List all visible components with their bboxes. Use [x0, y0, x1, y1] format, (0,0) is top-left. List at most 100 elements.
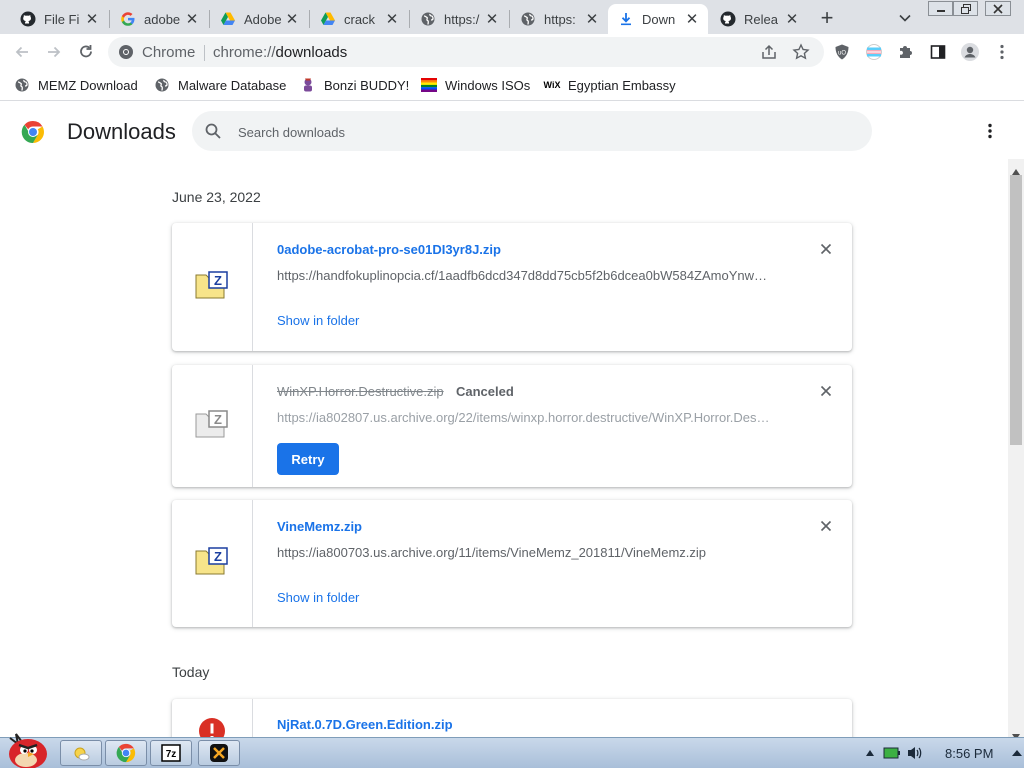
tab-adobe-drive[interactable]: Adobe ✕: [210, 4, 308, 34]
file-name-link[interactable]: VineMemz.zip: [277, 519, 362, 534]
bookmark-memz-download[interactable]: MEMZ Download: [14, 76, 138, 94]
svg-text:uO: uO: [838, 51, 846, 57]
new-tab-button[interactable]: +: [815, 5, 839, 30]
extensions-puzzle-icon[interactable]: [896, 42, 916, 62]
tab-strip: File Fi ✕ adobe ✕ Adobe ✕ crack ✕ https:…: [0, 0, 1024, 34]
source-url-link[interactable]: https://ia800703.us.archive.org/11/items…: [277, 545, 777, 560]
github-icon: [720, 11, 736, 27]
tab-downloads[interactable]: Down ✕: [608, 4, 708, 34]
file-name-link[interactable]: NjRat.0.7D.Green.Edition.zip: [277, 717, 453, 732]
taskbar-chrome[interactable]: [105, 740, 147, 766]
bookmark-egyptian-embassy[interactable]: WiX Egyptian Embassy: [544, 76, 676, 94]
tray-volume-icon[interactable]: [905, 744, 925, 762]
show-in-folder-link[interactable]: Show in folder: [277, 313, 359, 328]
downloads-list: June 23, 2022 Z 0adobe-acrobat-pro-se01D…: [0, 159, 1008, 737]
tab-releases[interactable]: Relea ✕: [710, 4, 808, 34]
taskbar-weather-app[interactable]: [60, 740, 102, 766]
download-item: Z VineMemz.zip https://ia800703.us.archi…: [172, 500, 852, 627]
bookmark-malware-database[interactable]: Malware Database: [154, 76, 286, 94]
search-downloads-box[interactable]: [192, 111, 872, 151]
github-icon: [20, 11, 36, 27]
tab-crack-drive[interactable]: crack ✕: [310, 4, 408, 34]
close-icon[interactable]: ✕: [784, 11, 800, 28]
tab-label: adobe: [144, 11, 181, 27]
more-actions-menu-icon[interactable]: [980, 121, 1000, 141]
scrollbar-thumb[interactable]: [1010, 175, 1022, 445]
zip-file-icon: Z: [195, 271, 229, 301]
retry-button[interactable]: Retry: [277, 443, 339, 475]
angry-bird-start-icon[interactable]: [4, 730, 50, 773]
reload-button[interactable]: [73, 40, 99, 64]
close-icon[interactable]: ✕: [384, 11, 400, 28]
tab-label: Relea: [744, 11, 778, 27]
source-url-link[interactable]: https://handfokuplinopcia.cf/1aadfb6dcd3…: [277, 268, 777, 283]
tab-adobe-search[interactable]: adobe ✕: [110, 4, 208, 34]
taskbar-clock[interactable]: 8:56 PM: [945, 746, 993, 761]
close-icon[interactable]: ✕: [684, 11, 700, 28]
remove-item-close-icon[interactable]: [816, 239, 836, 259]
tab-label: Adobe: [244, 11, 282, 27]
remove-item-close-icon[interactable]: [816, 516, 836, 536]
flag-extension-icon[interactable]: [864, 42, 884, 62]
minimize-button[interactable]: [928, 1, 953, 16]
show-in-folder-link[interactable]: Show in folder: [277, 590, 359, 605]
remove-item-close-icon[interactable]: [816, 381, 836, 401]
chrome-logo-icon: [118, 44, 134, 65]
download-item: NjRat.0.7D.Green.Edition.zip: [172, 699, 852, 737]
tab-file-fi[interactable]: File Fi ✕: [10, 4, 108, 34]
bookmark-label: MEMZ Download: [38, 77, 138, 93]
globe-icon: [420, 11, 436, 27]
svg-text:Z: Z: [214, 412, 222, 427]
tab-label: https:/: [444, 11, 480, 27]
close-icon[interactable]: ✕: [184, 11, 200, 28]
side-panel-icon[interactable]: [928, 42, 948, 62]
tray-battery-icon[interactable]: [882, 744, 902, 762]
status-canceled-label: Canceled: [456, 384, 514, 399]
forward-button[interactable]: [41, 40, 67, 64]
profile-avatar-icon[interactable]: [960, 42, 980, 62]
close-icon[interactable]: ✕: [484, 11, 500, 28]
page-title: Downloads: [67, 119, 176, 144]
globe-icon: [520, 11, 536, 27]
share-icon[interactable]: [760, 43, 778, 66]
close-icon[interactable]: ✕: [284, 11, 300, 28]
source-url-link[interactable]: https://ia802807.us.archive.org/22/items…: [277, 410, 777, 425]
tab-https-2[interactable]: https: ✕: [510, 4, 608, 34]
show-desktop-button[interactable]: [1010, 744, 1024, 762]
tab-label: Down: [642, 11, 676, 27]
page-scrollbar[interactable]: [1008, 159, 1024, 740]
tab-label: https:: [544, 11, 576, 27]
tray-arrow-icon[interactable]: [862, 744, 878, 762]
bookmark-label: Bonzi BUDDY!: [324, 77, 410, 93]
close-icon[interactable]: ✕: [584, 11, 600, 28]
rainbow-flag-icon: [421, 77, 437, 93]
back-button[interactable]: [9, 40, 35, 64]
tab-https-1[interactable]: https:/ ✕: [410, 4, 508, 34]
bookmark-bonzi-buddy[interactable]: Bonzi BUDDY!: [300, 76, 409, 94]
close-icon[interactable]: ✕: [84, 11, 100, 28]
bookmarks-bar: MEMZ Download Malware Database Bonzi BUD…: [0, 70, 1024, 101]
bookmark-windows-isos[interactable]: Windows ISOs: [421, 76, 530, 94]
search-input[interactable]: [236, 121, 840, 143]
window-close-button[interactable]: [985, 1, 1011, 16]
svg-text:7z: 7z: [166, 749, 177, 760]
date-header: Today: [172, 664, 210, 680]
address-bar[interactable]: Chrome chrome://downloads: [108, 37, 824, 67]
omnibox-url: chrome://downloads: [213, 44, 348, 61]
svg-text:Z: Z: [214, 549, 222, 564]
chrome-menu-icon[interactable]: [992, 42, 1012, 62]
omnibox-site-label: Chrome: [142, 44, 196, 61]
ublock-shield-icon[interactable]: uO: [832, 42, 852, 62]
bookmark-label: Windows ISOs: [445, 77, 531, 93]
google-drive-icon: [220, 11, 236, 27]
google-icon: [120, 11, 136, 27]
globe-icon: [154, 77, 170, 93]
bookmark-star-icon[interactable]: [792, 43, 810, 66]
download-item: Z WinXP.Horror.Destructive.zip Canceled …: [172, 365, 852, 487]
taskbar-x-app[interactable]: [198, 740, 240, 766]
taskbar: 7z 8:56 PM: [0, 733, 1024, 769]
taskbar-7zip[interactable]: 7z: [150, 740, 192, 766]
file-name-link[interactable]: 0adobe-acrobat-pro-se01DI3yr8J.zip: [277, 242, 501, 257]
tab-search-chevron-icon[interactable]: [895, 8, 915, 28]
restore-button[interactable]: [953, 1, 978, 16]
